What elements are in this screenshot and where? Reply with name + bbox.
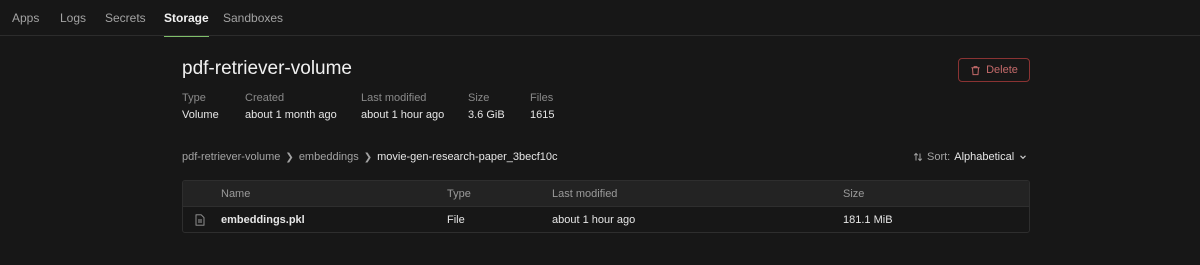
meta-type: Type Volume [182,92,219,121]
meta-last-modified-value: about 1 hour ago [361,109,445,121]
meta-created: Created about 1 month ago [245,92,337,121]
chevron-right-icon: ❯ [363,151,373,163]
tab-storage[interactable]: Storage [164,0,209,37]
file-icon [195,214,205,226]
column-header-last-modified[interactable]: Last modified [552,181,617,207]
column-header-size[interactable]: Size [843,181,864,207]
file-size: 181.1 MiB [843,214,893,226]
chevron-right-icon: ❯ [285,151,294,163]
meta-created-value: about 1 month ago [245,109,337,121]
meta-size: Size 3.6 GiB [468,92,505,121]
table-header: Name Type Last modified Size [183,181,1029,207]
breadcrumb-item-embeddings[interactable]: embeddings [299,151,359,163]
delete-button-label: Delete [986,64,1018,76]
sort-arrows-icon [913,152,923,162]
tab-logs[interactable]: Logs [60,0,86,36]
files-table: Name Type Last modified Size embeddings.… [182,180,1030,233]
meta-size-value: 3.6 GiB [468,109,505,121]
tab-secrets[interactable]: Secrets [105,0,146,36]
breadcrumb-item-current: movie-gen-research-paper_3becf10c [377,151,558,163]
breadcrumb: pdf-retriever-volume ❯ embeddings ❯ movi… [182,150,558,164]
sort-label: Sort: [927,151,951,163]
meta-created-label: Created [245,92,285,104]
meta-size-label: Size [468,92,490,104]
trash-icon [971,65,980,75]
file-last-modified: about 1 hour ago [552,214,636,226]
tab-sandboxes[interactable]: Sandboxes [223,0,283,36]
column-header-name[interactable]: Name [221,181,250,207]
table-row[interactable]: embeddings.pkl File about 1 hour ago 181… [183,207,1029,232]
meta-files-label: Files [530,92,554,104]
meta-last-modified-label: Last modified [361,92,427,104]
breadcrumb-item-volume[interactable]: pdf-retriever-volume [182,151,280,163]
page-title: pdf-retriever-volume [182,58,352,79]
tab-apps[interactable]: Apps [12,0,39,36]
meta-type-value: Volume [182,109,219,121]
meta-last-modified: Last modified about 1 hour ago [361,92,444,121]
file-type: File [447,214,465,226]
chevron-down-icon [1020,155,1027,160]
meta-type-label: Type [182,92,206,104]
sort-dropdown[interactable]: Sort: Alphabetical [913,150,1028,164]
meta-files-value: 1615 [530,109,555,121]
delete-button[interactable]: Delete [958,58,1030,82]
meta-files: Files 1615 [530,92,554,121]
sort-value: Alphabetical [954,151,1015,163]
column-header-type[interactable]: Type [447,181,471,207]
top-nav: Apps Logs Secrets Storage Sandboxes [0,0,1200,37]
file-name[interactable]: embeddings.pkl [221,207,305,232]
